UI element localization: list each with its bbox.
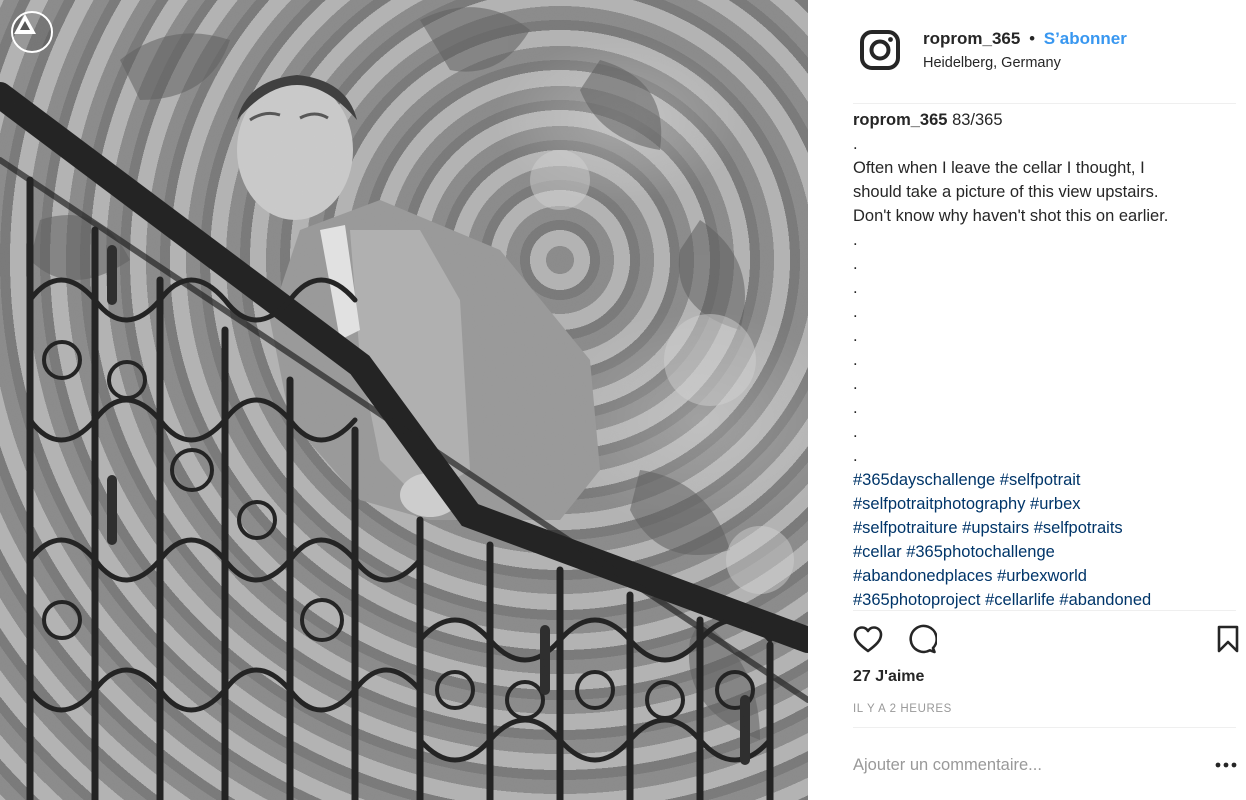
hashtag-link[interactable]: #abandonedplaces [853, 567, 992, 585]
action-bar [851, 624, 1239, 658]
photo-artwork [0, 0, 808, 800]
hashtag-link[interactable]: #abandoned [1059, 591, 1151, 609]
more-options-icon [1215, 755, 1237, 773]
hashtag-link[interactable]: #selfpotraiture [853, 519, 958, 537]
hashtag-link[interactable]: #urbexworld [997, 567, 1087, 585]
hashtag-line: #365dayschallenge #selfpotrait [853, 468, 1236, 492]
caption-line: . [853, 375, 858, 393]
caption-hashtags: #365dayschallenge #selfpotrait #selfpotra… [853, 468, 1236, 610]
hashtag-line: #selfpotraiture #upstairs #selfpotraits [853, 516, 1236, 540]
hashtag-link[interactable]: #cellar [853, 543, 902, 561]
instagram-logo-icon[interactable] [859, 29, 901, 71]
hashtag-link[interactable]: #365dayschallenge [853, 471, 995, 489]
hashtag-link[interactable]: #cellarlife [985, 591, 1055, 609]
caption-text: . Often when I leave the cellar I thought… [853, 132, 1236, 468]
caption-line: . [853, 447, 858, 465]
hashtag-link[interactable]: #selfpotraitphotography [853, 495, 1025, 513]
comment-button[interactable] [905, 624, 939, 658]
bookmark-icon [1216, 625, 1240, 658]
caption-line: . [853, 279, 858, 297]
header-divider [853, 103, 1236, 104]
caption-line: . [853, 327, 858, 345]
caption-counter: 83/365 [952, 111, 1003, 129]
hashtag-link[interactable]: #365photochallenge [906, 543, 1055, 561]
like-button[interactable] [851, 624, 885, 658]
comment-bubble-icon [907, 624, 938, 659]
caption-line: . [853, 135, 858, 153]
caption-line: . [853, 423, 858, 441]
more-options-button[interactable] [1212, 752, 1240, 776]
comment-divider [853, 727, 1236, 728]
hashtag-line: #365photoproject #cellarlife #abandoned [853, 588, 1236, 610]
hashtag-line: #cellar #365photochallenge [853, 540, 1236, 564]
header-separator: • [1029, 29, 1036, 48]
caption-header: roprom_365 83/365 [853, 108, 1236, 132]
post-timestamp[interactable]: IL Y A 2 HEURES [853, 703, 952, 715]
post-photo[interactable] [0, 0, 808, 800]
hashtag-link[interactable]: #365photoproject [853, 591, 981, 609]
like-count[interactable]: 27 J'aime [853, 668, 924, 686]
comment-input[interactable] [853, 748, 1193, 782]
location-link[interactable]: Heidelberg, Germany [923, 55, 1061, 71]
follow-button[interactable]: S’abonner [1044, 29, 1127, 48]
hashtag-link[interactable]: #selfpotraits [1034, 519, 1123, 537]
header-username[interactable]: roprom_365 [923, 29, 1020, 48]
caption-line: Often when I leave the cellar I thought,… [853, 159, 1145, 177]
caption-line: . [853, 399, 858, 417]
hashtag-line: #abandonedplaces #urbexworld [853, 564, 1236, 588]
caption-line: . [853, 303, 858, 321]
post-header: roprom_365 • S’abonner Heidelberg, Germa… [808, 0, 1246, 104]
caption-area[interactable]: roprom_365 83/365 . Often when I leave th… [853, 108, 1236, 610]
hashtag-line: #selfpotraitphotography #urbex [853, 492, 1236, 516]
heart-icon [853, 625, 883, 658]
caption-username[interactable]: roprom_365 [853, 111, 947, 129]
caption-divider [853, 610, 1236, 611]
caption-line: Don't know why haven't shot this on earl… [853, 207, 1169, 225]
hashtag-link[interactable]: #selfpotrait [1000, 471, 1081, 489]
warning-triangle-icon [11, 11, 53, 53]
save-button[interactable] [1211, 624, 1245, 658]
header-user-line: roprom_365 • S’abonner [923, 29, 1127, 49]
caption-line: should take a picture of this view upsta… [853, 183, 1159, 201]
post-side-panel: roprom_365 • S’abonner Heidelberg, Germa… [808, 0, 1246, 800]
caption-line: . [853, 255, 858, 273]
caption-line: . [853, 351, 858, 369]
hashtag-link[interactable]: #upstairs [962, 519, 1029, 537]
caption-line: . [853, 231, 858, 249]
hashtag-link[interactable]: #urbex [1030, 495, 1080, 513]
